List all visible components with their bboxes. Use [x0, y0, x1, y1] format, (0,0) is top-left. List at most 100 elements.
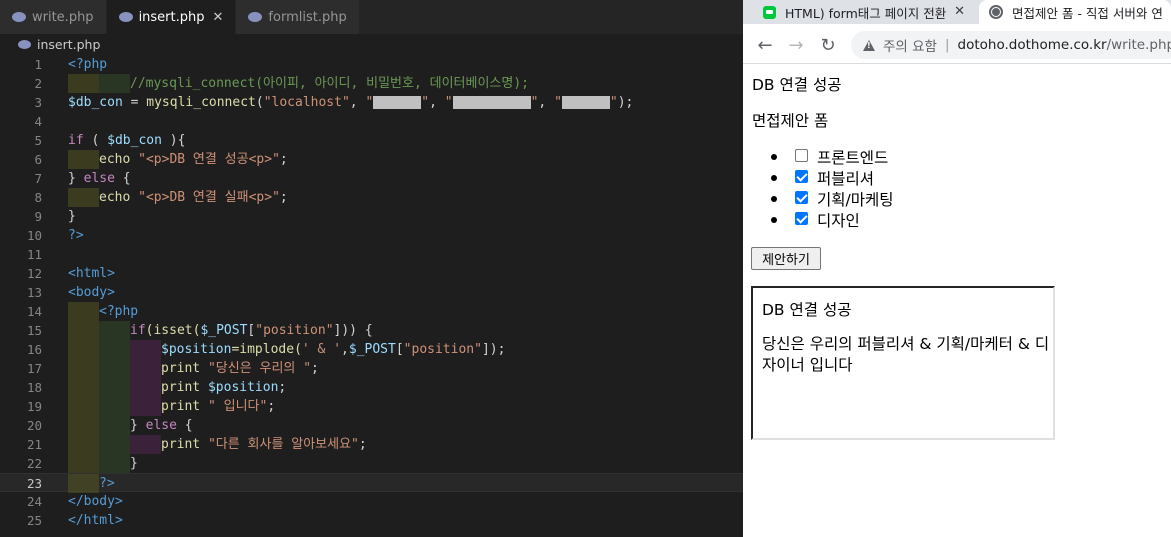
line-number: 23: [26, 476, 42, 491]
browser-tab-title: 면접제안 폼 - 직접 서버와 연: [1012, 5, 1163, 21]
warning-icon[interactable]: [863, 39, 875, 51]
address-bar[interactable]: 주의 요함 | dotoho.dothome.co.kr/write.php: [851, 31, 1171, 59]
code-line: 13 <body>: [0, 283, 743, 302]
redacted-block: [561, 96, 610, 109]
indent-guide: [68, 302, 99, 321]
indent-guide: [130, 378, 161, 397]
code-line: 17 print "당신은 우리의 ";: [0, 359, 743, 378]
browser-tab-form-article[interactable]: HTML) form태그 페이지 전환 ✕: [743, 0, 977, 24]
line-number: 25: [26, 513, 42, 528]
indent-guide: [99, 397, 130, 416]
checkbox-label[interactable]: 기획/마케팅: [817, 188, 894, 210]
line-number: 2: [34, 76, 42, 91]
indent-guide: [99, 321, 130, 340]
line-number: 14: [26, 304, 42, 319]
checkbox-publisher[interactable]: [795, 170, 808, 183]
line-favicon-icon: [763, 5, 776, 19]
line-number: 11: [26, 247, 42, 262]
indent-guide: [68, 435, 99, 454]
line-number: 7: [34, 171, 42, 186]
code-line: 21 print "다른 회사를 알아보세요";: [0, 435, 743, 454]
code-area[interactable]: 1 <?php 2//mysqli_connect(아이피, 아이디, 비밀번호,…: [0, 55, 743, 530]
indent-guide: [130, 340, 161, 359]
indent-guide: [99, 74, 130, 93]
security-status[interactable]: 주의 요함: [883, 35, 937, 55]
code-line: 24 </body>: [0, 492, 743, 511]
line-number: 19: [26, 399, 42, 414]
web-page: DB 연결 성공 면접제안 폼 프론트엔드 퍼블리셔 기획/마케팅 디자인 제안…: [743, 64, 1171, 537]
indent-guide: [99, 378, 130, 397]
browser-tab-title: HTML) form태그 페이지 전환: [785, 5, 947, 21]
tab-insert-php[interactable]: insert.php ✕: [106, 0, 237, 34]
indent-guide: [68, 359, 99, 378]
line-number: 13: [26, 285, 42, 300]
redacted-block: [373, 96, 422, 109]
code-line: 7} else {: [0, 169, 743, 188]
browser-window: HTML) form태그 페이지 전환 ✕ 면접제안 폼 - 직접 서버와 연 …: [743, 0, 1171, 537]
indent-guide: [99, 340, 130, 359]
browser-toolbar: ← → ↻ 주의 요함 | dotoho.dothome.co.kr/write…: [743, 24, 1171, 83]
code-line: 2//mysqli_connect(아이피, 아이디, 비밀번호, 데이터베이스…: [0, 74, 743, 93]
indent-guide: [68, 188, 99, 207]
indent-guide: [99, 416, 130, 435]
editor-tab-bar: write.php insert.php ✕ formlist.php: [0, 0, 743, 34]
code-line-current[interactable]: 23 ?>: [0, 473, 743, 493]
breadcrumb-file[interactable]: insert.php: [37, 37, 100, 52]
code-line: 16 $position=implode(' & ',$_POST["positi…: [0, 340, 743, 359]
url-path: /write.php: [1106, 37, 1171, 53]
indent-guide: [99, 359, 130, 378]
code-editor[interactable]: write.php insert.php ✕ formlist.php inse…: [0, 0, 743, 537]
code-line: 20} else {: [0, 416, 743, 435]
indent-guide: [99, 454, 130, 473]
url-host: dotoho.dothome.co.kr: [957, 37, 1107, 53]
redacted-block: [452, 96, 531, 109]
checkbox-frontend[interactable]: [795, 149, 808, 162]
line-number: 16: [26, 342, 42, 357]
line-number: 24: [26, 494, 42, 509]
checkbox-label[interactable]: 프론트엔드: [817, 146, 888, 168]
tab-write-php[interactable]: write.php: [0, 0, 107, 34]
form-title: 면접제안 폼: [752, 112, 829, 130]
reload-icon[interactable]: ↻: [817, 34, 839, 56]
indent-guide: [68, 150, 99, 169]
close-icon[interactable]: ✕: [213, 10, 224, 25]
indent-guide: [130, 435, 161, 454]
result-iframe[interactable]: DB 연결 성공 당신은 우리의 퍼블리셔 & 기획/마케터 & 디자이너 입니…: [751, 286, 1055, 440]
browser-tab-interview-form[interactable]: 면접제안 폼 - 직접 서버와 연: [979, 0, 1171, 24]
tab-label: formlist.php: [268, 9, 347, 25]
code-line: 6 echo "<p>DB 연결 성공<p>";: [0, 150, 743, 169]
close-icon[interactable]: ✕: [954, 4, 965, 19]
line-number: 15: [26, 323, 42, 338]
line-number: 6: [34, 152, 42, 167]
checkbox-planning-marketing[interactable]: [795, 191, 808, 204]
line-number: 3: [34, 95, 42, 110]
line-number: 4: [34, 114, 42, 129]
line-number: 10: [26, 228, 42, 243]
indent-guide: [130, 359, 161, 378]
breadcrumb[interactable]: insert.php: [0, 34, 743, 55]
db-status-text: DB 연결 성공: [752, 76, 842, 94]
php-file-icon: [12, 12, 26, 22]
back-arrow-icon[interactable]: ←: [754, 34, 776, 56]
tab-formlist-php[interactable]: formlist.php: [236, 0, 360, 34]
indent-guide: [130, 397, 161, 416]
php-file-icon: [18, 40, 31, 49]
checkbox-design[interactable]: [795, 212, 808, 225]
forward-arrow-icon[interactable]: →: [785, 34, 807, 56]
indent-guide: [68, 454, 99, 473]
result-message: 당신은 우리의 퍼블리셔 & 기획/마케터 & 디자이너 입니다: [762, 335, 1050, 374]
checkbox-label[interactable]: 퍼블리셔: [817, 167, 874, 189]
checkbox-label[interactable]: 디자인: [817, 209, 860, 231]
line-number: 5: [34, 133, 42, 148]
code-line: 5 if ( $db_con ){: [0, 131, 743, 150]
submit-button[interactable]: 제안하기: [751, 247, 821, 270]
indent-guide: [99, 435, 130, 454]
code-line: 8 echo "<p>DB 연결 실패<p>";: [0, 188, 743, 207]
code-line: 1 <?php: [0, 55, 743, 74]
line-number: 17: [26, 361, 42, 376]
code-line: 12 <html>: [0, 264, 743, 283]
line-number: 18: [26, 380, 42, 395]
indent-guide: [68, 416, 99, 435]
line-number: 12: [26, 266, 42, 281]
indent-guide: [68, 321, 99, 340]
